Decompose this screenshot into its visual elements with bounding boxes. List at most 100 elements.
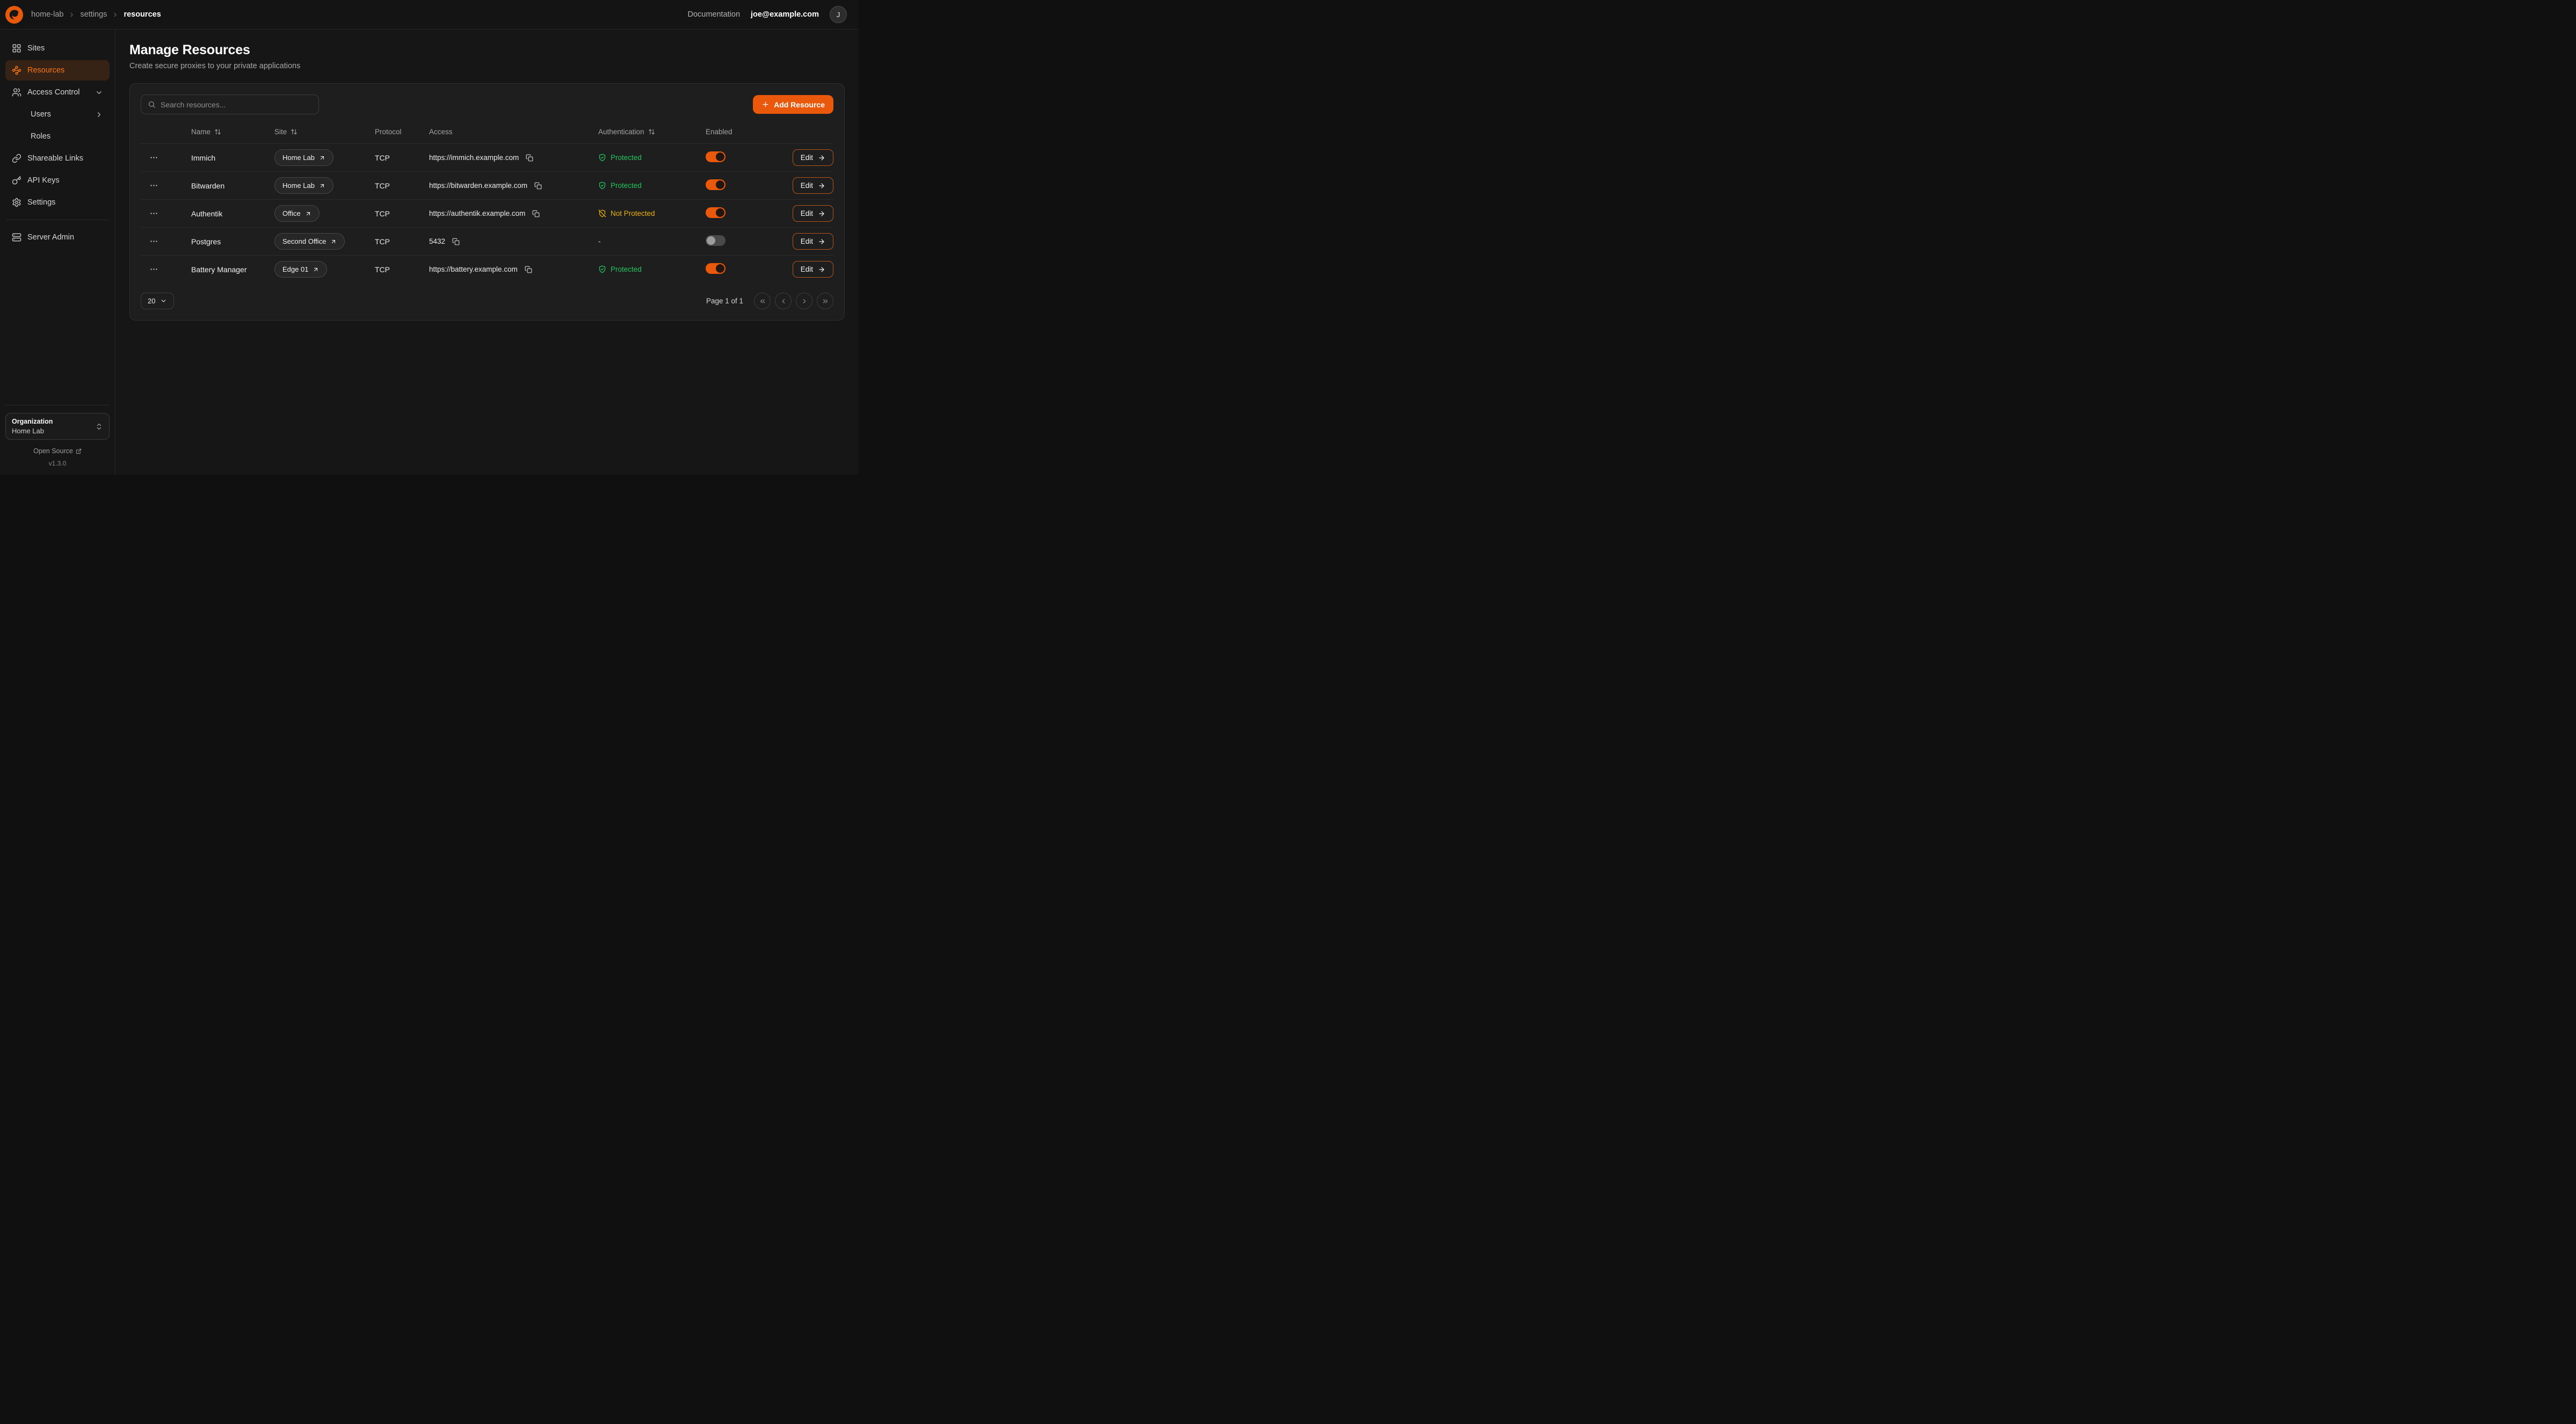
edit-button[interactable]: Edit (793, 205, 833, 222)
sidebar-item-api-keys[interactable]: API Keys (5, 170, 110, 191)
prev-page-button[interactable] (775, 293, 792, 309)
breadcrumb-item-settings[interactable]: settings (80, 10, 107, 19)
table-row: Authentik Office TCP https://authentik.e… (141, 199, 833, 227)
column-header-enabled: Enabled (706, 128, 781, 136)
column-label: Protocol (375, 128, 402, 136)
enabled-toggle[interactable] (706, 207, 725, 218)
sidebar-item-label: Settings (27, 198, 55, 207)
sidebar-item-label: Shareable Links (27, 154, 83, 163)
sidebar-item-access-control[interactable]: Access Control (5, 82, 110, 103)
edit-button[interactable]: Edit (793, 177, 833, 194)
auth-status: Protected (598, 154, 706, 162)
column-header-name[interactable]: Name (191, 128, 274, 136)
row-actions-button[interactable] (147, 179, 161, 192)
table-row: Bitwarden Home Lab TCP https://bitwarden… (141, 171, 833, 199)
site-name: Home Lab (282, 181, 315, 190)
column-label: Site (274, 128, 287, 136)
protocol-value: TCP (375, 181, 429, 190)
chevron-right-icon (112, 11, 119, 18)
access-cell: https://battery.example.com (429, 265, 598, 274)
copy-button[interactable] (451, 237, 461, 246)
search-input[interactable] (161, 100, 312, 109)
toggle-knob (716, 208, 724, 217)
access-cell: 5432 (429, 237, 598, 246)
copy-button[interactable] (531, 209, 541, 219)
column-label: Authentication (598, 128, 644, 136)
site-name: Home Lab (282, 154, 315, 162)
column-label: Enabled (706, 128, 732, 136)
site-cell: Home Lab (274, 149, 375, 166)
auth-status: Protected (598, 181, 706, 190)
protocol-value: TCP (375, 154, 429, 162)
enabled-toggle[interactable] (706, 151, 725, 162)
sidebar-item-label: Users (31, 110, 51, 119)
row-actions-button[interactable] (147, 235, 161, 248)
edit-button[interactable]: Edit (793, 261, 833, 278)
copy-button[interactable] (533, 181, 543, 191)
auth-label: Protected (611, 154, 642, 162)
enabled-toggle[interactable] (706, 179, 725, 190)
sidebar-item-users[interactable]: Users (5, 104, 110, 125)
access-url: https://battery.example.com (429, 265, 518, 273)
documentation-link[interactable]: Documentation (688, 10, 741, 19)
edit-button[interactable]: Edit (793, 149, 833, 166)
copy-button[interactable] (525, 153, 534, 163)
breadcrumb-item-org[interactable]: home-lab (31, 10, 63, 19)
arrow-up-right-icon (330, 238, 337, 245)
page-size-select[interactable]: 20 (141, 293, 174, 309)
link-icon (12, 154, 21, 163)
edit-label: Edit (801, 237, 813, 245)
page-size-value: 20 (148, 297, 155, 305)
site-name: Second Office (282, 237, 326, 245)
site-link-button[interactable]: Home Lab (274, 177, 333, 194)
site-link-button[interactable]: Home Lab (274, 149, 333, 166)
user-avatar[interactable]: J (830, 6, 847, 23)
protocol-value: TCP (375, 209, 429, 218)
edit-button[interactable]: Edit (793, 233, 833, 250)
first-page-button[interactable] (754, 293, 771, 309)
arrow-right-icon (818, 266, 825, 273)
sidebar-item-sites[interactable]: Sites (5, 38, 110, 59)
chevron-left-icon (780, 297, 787, 305)
toggle-knob (716, 264, 724, 273)
copy-icon (452, 238, 460, 245)
site-link-button[interactable]: Second Office (274, 233, 345, 250)
organization-selector[interactable]: Organization Home Lab (5, 413, 110, 440)
open-source-link[interactable]: Open Source (5, 447, 110, 455)
organization-text: Organization Home Lab (12, 418, 53, 435)
enabled-cell (706, 235, 781, 248)
next-page-button[interactable] (796, 293, 812, 309)
table-row: Postgres Second Office TCP 5432 (141, 227, 833, 255)
last-page-button[interactable] (817, 293, 833, 309)
row-actions-button[interactable] (147, 263, 161, 276)
edit-label: Edit (801, 209, 813, 217)
sidebar-item-roles[interactable]: Roles (5, 126, 110, 147)
sidebar-item-server-admin[interactable]: Server Admin (5, 227, 110, 248)
breadcrumb-item-resources: resources (124, 10, 161, 19)
sidebar-item-shareable-links[interactable]: Shareable Links (5, 148, 110, 169)
chevron-right-icon (95, 111, 103, 119)
site-link-button[interactable]: Office (274, 205, 320, 222)
pangolin-logo-icon[interactable] (5, 5, 24, 24)
enabled-toggle[interactable] (706, 235, 725, 246)
copy-icon (526, 154, 533, 162)
site-link-button[interactable]: Edge 01 (274, 261, 327, 278)
row-actions-button[interactable] (147, 207, 161, 220)
enabled-toggle[interactable] (706, 263, 725, 274)
sidebar-item-label: Access Control (27, 88, 80, 97)
breadcrumb: home-lab settings resources (31, 10, 161, 19)
row-actions-button[interactable] (147, 151, 161, 164)
copy-button[interactable] (524, 265, 533, 274)
site-name: Edge 01 (282, 265, 308, 273)
column-header-authentication[interactable]: Authentication (598, 128, 706, 136)
protocol-value: TCP (375, 237, 429, 246)
sidebar-item-resources[interactable]: Resources (5, 60, 110, 81)
column-header-site[interactable]: Site (274, 128, 375, 136)
add-resource-button[interactable]: Add Resource (753, 95, 833, 114)
copy-icon (532, 210, 540, 217)
column-label: Name (191, 128, 211, 136)
column-label: Access (429, 128, 453, 136)
sidebar-item-settings[interactable]: Settings (5, 192, 110, 213)
sidebar-bottom: Organization Home Lab Open Source v1.3.0 (5, 405, 110, 467)
main-content: Manage Resources Create secure proxies t… (115, 30, 859, 475)
